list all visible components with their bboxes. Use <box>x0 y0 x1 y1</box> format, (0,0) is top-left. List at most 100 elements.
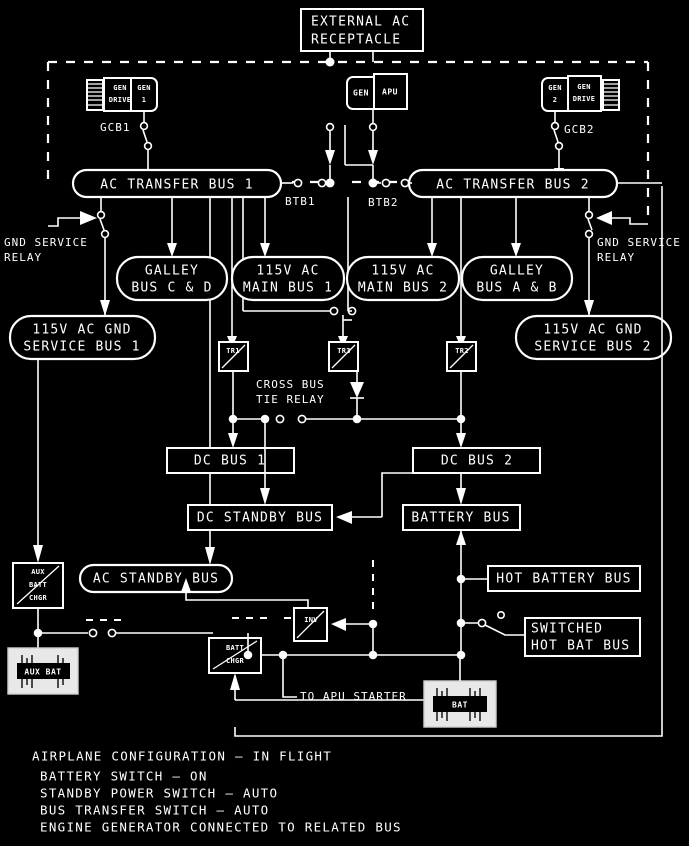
gen-drive-2-box <box>567 75 602 112</box>
gen-2-label1: GEN <box>548 84 562 92</box>
gen-drive-1-label1: GEN <box>113 84 127 92</box>
dc-standby-bus: DC STANDBY BUS <box>187 419 413 531</box>
hot-battery-bus: HOT BATTERY BUS <box>456 565 641 592</box>
external-ac-contact <box>325 122 335 132</box>
junction-dot <box>456 618 466 628</box>
note-line-3: STANDBY POWER SWITCH — AUTO <box>40 786 278 801</box>
external-ac-receptacle: EXTERNAL AC RECEPTACLE <box>300 8 424 67</box>
gnd-service-relay-left-contact-lower <box>100 229 110 239</box>
external-ac-line2: RECEPTACLE <box>311 33 401 48</box>
electrical-system-diagram: EXTERNAL AC RECEPTACLE GEN DRIVE GEN 1 G… <box>0 0 689 846</box>
btb2-label: BTB2 <box>368 196 399 209</box>
cross-bus-tie-contact-left <box>275 414 285 424</box>
switched-hot-bat-contact <box>477 618 487 628</box>
gnd-service-relay-right-contact-upper <box>584 210 594 220</box>
junction-dot <box>368 650 378 660</box>
inv-label: INV <box>304 616 318 624</box>
tr1-unit: TR1 <box>218 336 249 419</box>
generator-1-assembly: GEN DRIVE GEN 1 GCB1 <box>86 77 158 182</box>
gen-drive-1-label2: DRIVE <box>109 96 132 104</box>
main-bus-2-label1: 115V AC <box>371 264 434 279</box>
gnd-service-relay-left-label2: RELAY <box>4 251 42 264</box>
apu-label: APU <box>382 88 398 97</box>
main-bus-1-label1: 115V AC <box>256 264 319 279</box>
btb2-contact-right <box>400 178 410 188</box>
btb2-contact-left <box>381 178 391 188</box>
gnd-service-relay-right-label2: RELAY <box>597 251 635 264</box>
ac-main-bus-1: 115V AC MAIN BUS 1 <box>230 255 346 302</box>
cross-bus-tie-contact-right <box>297 414 307 424</box>
gnd-service-relay-right-label1: GND SERVICE <box>597 236 681 249</box>
main-bus-2-label2: MAIN BUS 2 <box>358 281 448 296</box>
gen-drive-2-label2: DRIVE <box>573 95 596 103</box>
ac-gnd-service-bus-2: 115V AC GND SERVICE BUS 2 <box>514 314 673 361</box>
batt-chgr-label2: CHGR <box>226 657 245 665</box>
galley-bus-c-d: GALLEY BUS C & D <box>115 255 229 302</box>
galley-cd-label1: GALLEY <box>145 264 199 279</box>
switched-hot-bat-bus-label2: HOT BAT BUS <box>531 639 630 654</box>
dc-bus-1-label: DC BUS 1 <box>194 454 266 469</box>
cross-bus-tie-relay-label2: TIE RELAY <box>256 393 325 406</box>
bat-label: BAT <box>452 701 468 710</box>
galley-ab-label1: GALLEY <box>490 264 544 279</box>
aux-battery-tie-rail <box>38 617 320 638</box>
generator-2-assembly: GEN 2 GEN DRIVE GCB2 <box>541 75 620 182</box>
ac-standby-bus-label: AC STANDBY BUS <box>93 572 219 587</box>
ac-standby-bus: AC STANDBY BUS <box>78 563 309 610</box>
main-battery: BAT <box>423 655 497 728</box>
aux-battery: AUX BAT <box>7 647 79 695</box>
gcb1-contact-upper <box>139 121 149 131</box>
switched-hot-bat-open-pole <box>496 610 505 619</box>
diode-symbol <box>350 382 364 398</box>
external-ac-line1: EXTERNAL AC <box>311 15 410 30</box>
diagram-canvas: EXTERNAL AC RECEPTACLE GEN DRIVE GEN 1 G… <box>4 8 681 835</box>
tr3-unit: TR3 <box>328 336 364 419</box>
tr1-label: TR1 <box>226 347 240 355</box>
gen-2-label2: 2 <box>553 96 558 104</box>
gnd-service-relay-left: GND SERVICE RELAY <box>4 197 110 320</box>
galley-ab-label2: BUS A & B <box>476 281 557 296</box>
switched-hot-bat-bus-label1: SWITCHED <box>531 622 603 637</box>
gen-2-box <box>541 77 569 112</box>
gen-1-label1: GEN <box>137 84 151 92</box>
gnd-service-relay-left-contact-upper <box>96 210 106 220</box>
junction-dot <box>325 57 335 67</box>
cross-bus-tie-relay-label1: CROSS BUS <box>256 378 325 391</box>
galley-cd-label2: BUS C & D <box>131 281 212 296</box>
aux-tie-contact-left <box>88 628 98 638</box>
ac-transfer-bus-2: AC TRANSFER BUS 2 <box>407 168 619 199</box>
dc-bus-2: DC BUS 2 <box>412 419 541 474</box>
gnd-service-bus-2-label1: 115V AC GND <box>543 323 642 338</box>
gcb1-label: GCB1 <box>100 121 131 134</box>
note-line-2: BATTERY SWITCH — ON <box>40 769 208 784</box>
ac-transfer-bus-2-label: AC TRANSFER BUS 2 <box>436 178 589 193</box>
battery-bus-label: BATTERY BUS <box>411 511 510 526</box>
battery-bus: BATTERY BUS <box>402 473 521 655</box>
to-apu-starter: TO APU STARTER <box>282 655 406 703</box>
apu-generator-assembly: GEN APU <box>325 73 408 182</box>
ac-gnd-service-bus-1: 115V AC GND SERVICE BUS 1 <box>8 314 157 563</box>
dc-bus-2-label: DC BUS 2 <box>441 454 513 469</box>
configuration-notes: AIRPLANE CONFIGURATION — IN FLIGHT BATTE… <box>32 749 401 835</box>
aux-tie-contact-right <box>107 628 117 638</box>
aux-batt-chgr-label3: CHGR <box>29 594 48 602</box>
gcb1-contact-lower <box>143 141 153 151</box>
note-line-4: BUS TRANSFER SWITCH — AUTO <box>40 803 269 818</box>
junction-dot <box>325 178 335 188</box>
cross-bus-tie-relay: CROSS BUS TIE RELAY <box>228 378 466 424</box>
junction-dot <box>352 414 362 424</box>
gcb2-contact-lower <box>554 141 564 151</box>
gen-1-label2: 1 <box>142 96 147 104</box>
inverter: INV <box>293 560 378 660</box>
aux-batt-chgr-label1: AUX <box>31 568 45 576</box>
junction-dot <box>368 619 378 629</box>
gcb2-contact-upper <box>550 121 560 131</box>
ac-main-bus-crossties <box>243 306 357 336</box>
gen-1-box <box>130 77 158 112</box>
btb1-contact-right <box>317 178 327 188</box>
ac-main-bus-2: 115V AC MAIN BUS 2 <box>345 255 461 302</box>
gnd-service-bus-1-label1: 115V AC GND <box>32 323 131 338</box>
btb1-label: BTB1 <box>285 195 316 208</box>
tr2-label: TR2 <box>455 347 469 355</box>
gen-drive-2-label1: GEN <box>577 83 591 91</box>
